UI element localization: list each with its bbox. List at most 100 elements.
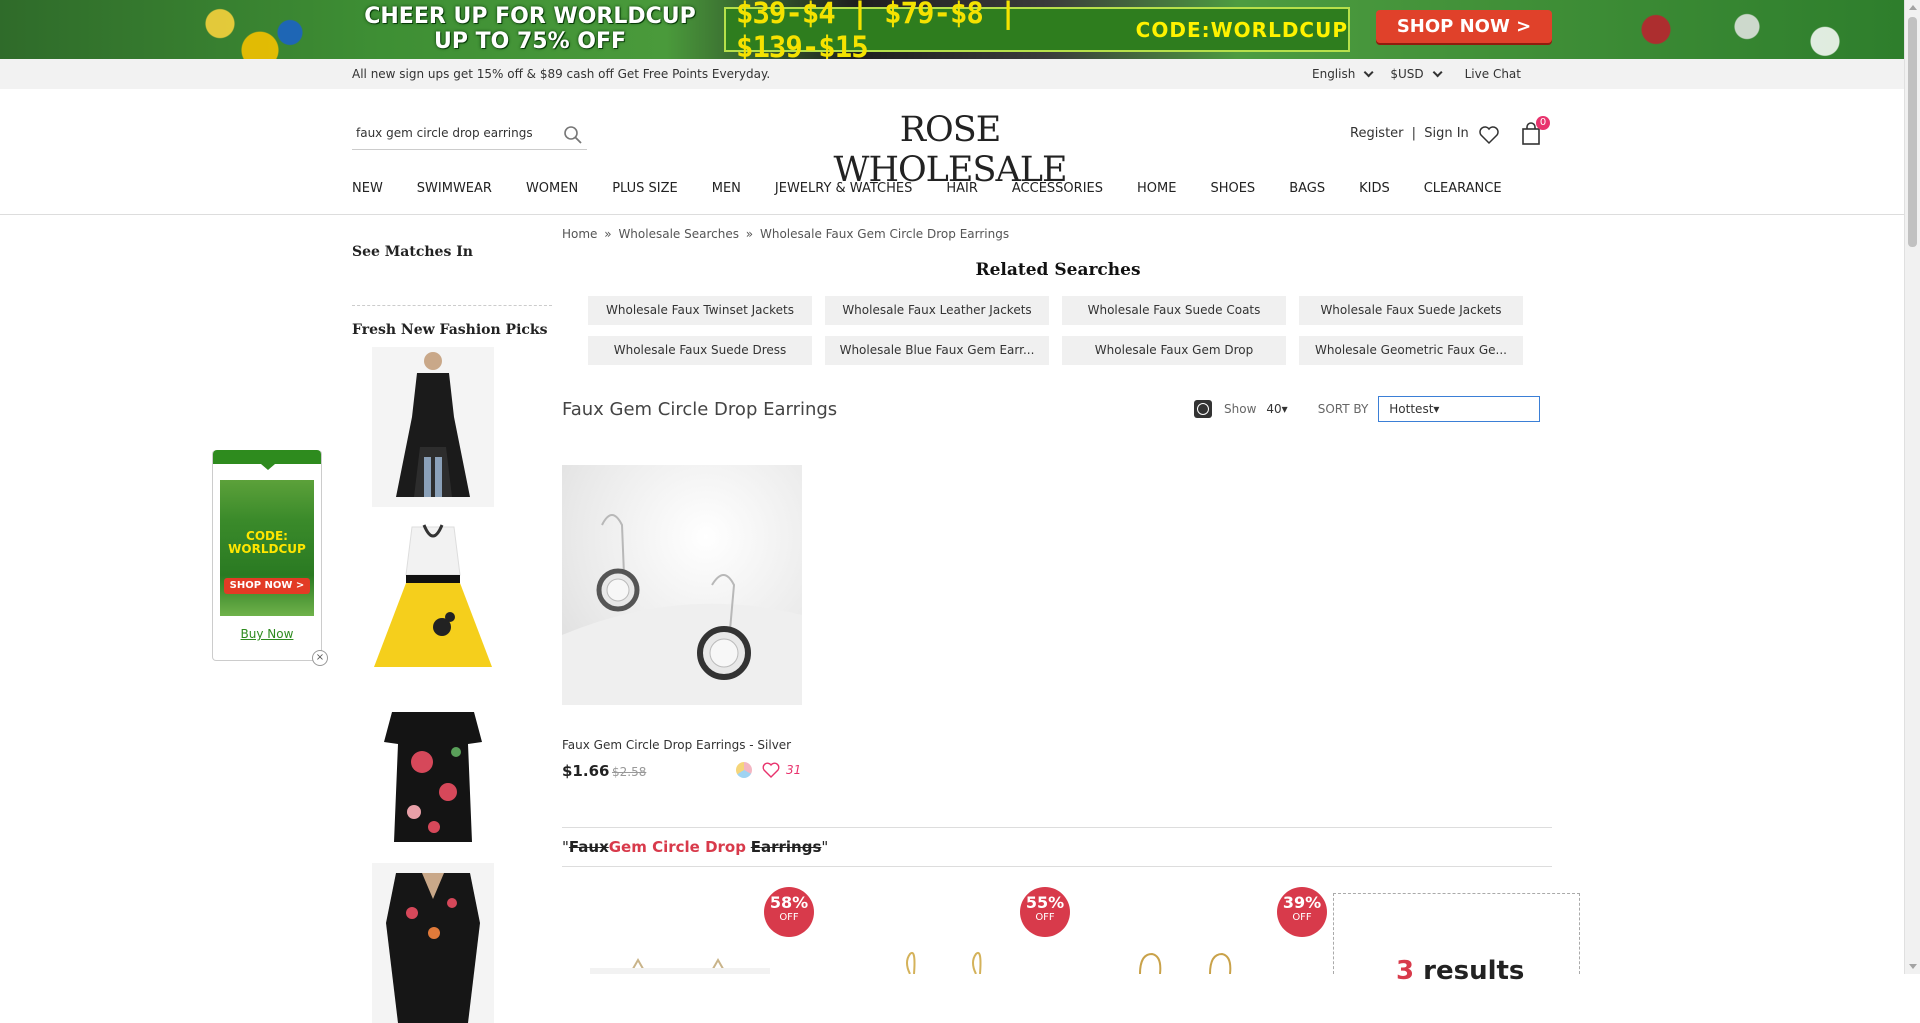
breadcrumb-home[interactable]: Home [562, 227, 597, 241]
sidebar-divider [352, 305, 552, 306]
discount-percent: 55% [1025, 893, 1065, 912]
discount-off-label: OFF [1292, 912, 1312, 923]
sort-by-select[interactable]: Hottest▾ [1378, 396, 1541, 422]
related-searches-heading: Related Searches [975, 260, 1141, 280]
results-count-box: 3 results [1333, 893, 1580, 986]
view-mode-icon[interactable] [1194, 400, 1212, 418]
nav-item-clearance[interactable]: CLEARANCE [1424, 181, 1502, 196]
floating-ad-header [213, 450, 321, 470]
product-original-price: $2.58 [612, 765, 647, 779]
main-nav: NEW SWIMWEAR WOMEN PLUS SIZE MEN JEWELRY… [0, 175, 1904, 215]
floating-promo-ad[interactable]: CODE: WORLDCUP SHOP NOW > Buy Now × [212, 450, 328, 666]
discount-badge: 55% OFF [1020, 887, 1070, 937]
nav-item-new[interactable]: NEW [352, 181, 383, 196]
promo-bar: All new sign ups get 15% off & $89 cash … [0, 59, 1904, 89]
matched-words: Gem Circle Drop [608, 838, 746, 856]
show-count-select[interactable]: 40▾ [1266, 402, 1287, 416]
banner-players-image-left [160, 0, 360, 59]
product-price: $1.66 [562, 762, 610, 780]
nav-item-shoes[interactable]: SHOES [1210, 181, 1255, 196]
scroll-up-arrow-icon[interactable] [1909, 5, 1917, 10]
breadcrumb-separator: » [745, 227, 754, 241]
related-search-tag[interactable]: Wholesale Blue Faux Gem Earr... [825, 336, 1049, 365]
search-input[interactable] [352, 120, 552, 146]
currency-select[interactable]: $USD [1390, 66, 1443, 81]
nav-item-home[interactable]: HOME [1137, 181, 1176, 196]
heart-icon[interactable] [1478, 124, 1500, 146]
banner-players-image-right [1604, 0, 1864, 59]
heart-icon[interactable] [762, 762, 780, 778]
scroll-down-arrow-icon[interactable] [1909, 964, 1917, 969]
product-image [372, 517, 494, 677]
banner-shop-now-button[interactable]: SHOP NOW > [1376, 10, 1552, 43]
product-image[interactable] [562, 465, 802, 705]
section-divider [562, 866, 1552, 867]
related-search-tag[interactable]: Wholesale Faux Twinset Jackets [588, 296, 812, 325]
show-label: Show [1224, 402, 1257, 416]
fresh-picks-heading: Fresh New Fashion Picks [352, 322, 548, 338]
product-image [372, 692, 494, 852]
search-bar [352, 120, 587, 150]
language-label: English [1312, 67, 1356, 81]
fashion-pick-black-lace-dress[interactable] [372, 347, 494, 507]
sign-in-link[interactable]: Sign In [1424, 126, 1469, 141]
related-search-tag[interactable]: Wholesale Faux Suede Coats [1062, 296, 1286, 325]
nav-item-swimwear[interactable]: SWIMWEAR [417, 181, 492, 196]
floating-ad-image[interactable]: CODE: WORLDCUP SHOP NOW > [220, 480, 314, 616]
breadcrumb-wholesale-searches[interactable]: Wholesale Searches [618, 227, 739, 241]
results-count-label: results [1414, 956, 1525, 986]
register-link[interactable]: Register [1350, 126, 1404, 141]
show-count-value: 40 [1266, 402, 1282, 416]
nav-item-kids[interactable]: KIDS [1359, 181, 1390, 196]
related-search-tag[interactable]: Wholesale Faux Leather Jackets [825, 296, 1049, 325]
breadcrumb: Home » Wholesale Searches » Wholesale Fa… [562, 227, 1009, 241]
color-options-icon[interactable] [736, 762, 752, 778]
partial-product-image[interactable] [590, 940, 770, 974]
product-name[interactable]: Faux Gem Circle Drop Earrings - Silver [562, 738, 791, 752]
scrollbar-thumb[interactable] [1908, 17, 1917, 247]
floating-ad-code: CODE: WORLDCUP [228, 529, 306, 556]
results-count-text: 3 results [1396, 956, 1524, 986]
partial-product-image[interactable] [1110, 940, 1270, 974]
banner-prices: $39-$4 | $79-$8 | $139-$15 [736, 0, 1017, 59]
worldcup-banner[interactable]: CHEER UP FOR WORLDCUP UP TO 75% OFF $39-… [0, 0, 1904, 59]
nav-item-plus-size[interactable]: PLUS SIZE [612, 181, 678, 196]
breadcrumb-separator: » [604, 227, 612, 241]
live-chat-link[interactable]: Live Chat [1465, 67, 1521, 81]
fashion-pick-floral-v-neck-top[interactable] [372, 863, 494, 1023]
related-search-tag[interactable]: Wholesale Geometric Faux Ge... [1299, 336, 1523, 365]
related-search-tag[interactable]: Wholesale Faux Gem Drop [1062, 336, 1286, 365]
caret-down-icon: ▾ [1281, 402, 1288, 416]
nav-item-bags[interactable]: BAGS [1289, 181, 1325, 196]
related-search-tag[interactable]: Wholesale Faux Suede Dress [588, 336, 812, 365]
account-links: Register | Sign In [1350, 126, 1469, 141]
floating-ad-shop-now-button[interactable]: SHOP NOW > [224, 578, 310, 594]
page-scrollbar[interactable] [1904, 0, 1920, 974]
discount-badge: 58% OFF [764, 887, 814, 937]
buy-now-link[interactable]: Buy Now [213, 627, 321, 641]
language-select[interactable]: English [1312, 66, 1374, 81]
cart-button[interactable]: 0 [1520, 116, 1550, 146]
product-image [372, 347, 494, 507]
caret-down-icon: ▾ [1433, 402, 1440, 416]
partial-product-image[interactable] [880, 940, 1020, 974]
results-toolbar: Show 40▾ SORT BY Hottest▾ [1194, 396, 1541, 422]
nav-item-jewelry-watches[interactable]: JEWELRY & WATCHES [775, 181, 912, 196]
search-icon[interactable] [563, 125, 583, 145]
promo-text: All new sign ups get 15% off & $89 cash … [352, 67, 771, 81]
partial-match-query: "FauxGem Circle Drop Earrings" [562, 838, 828, 856]
nav-item-accessories[interactable]: ACCESSORIES [1012, 181, 1103, 196]
nav-item-women[interactable]: WOMEN [526, 181, 578, 196]
nav-item-hair[interactable]: HAIR [946, 181, 978, 196]
fashion-pick-yellow-poodle-skirt[interactable] [372, 517, 494, 677]
section-divider [562, 827, 1552, 828]
banner-code-box: $39-$4 | $79-$8 | $139-$15 CODE:WORLDCUP [724, 0, 1350, 59]
close-icon[interactable]: × [312, 650, 328, 666]
related-search-tag[interactable]: Wholesale Faux Suede Jackets [1299, 296, 1523, 325]
nav-item-men[interactable]: MEN [712, 181, 741, 196]
fashion-pick-floral-cold-shoulder-top[interactable] [372, 692, 494, 852]
chevron-down-icon [1432, 66, 1443, 77]
earrings-photo [1139, 952, 1232, 974]
quote-close: " [821, 838, 829, 856]
banner-headline: CHEER UP FOR WORLDCUP UP TO 75% OFF [364, 4, 696, 54]
